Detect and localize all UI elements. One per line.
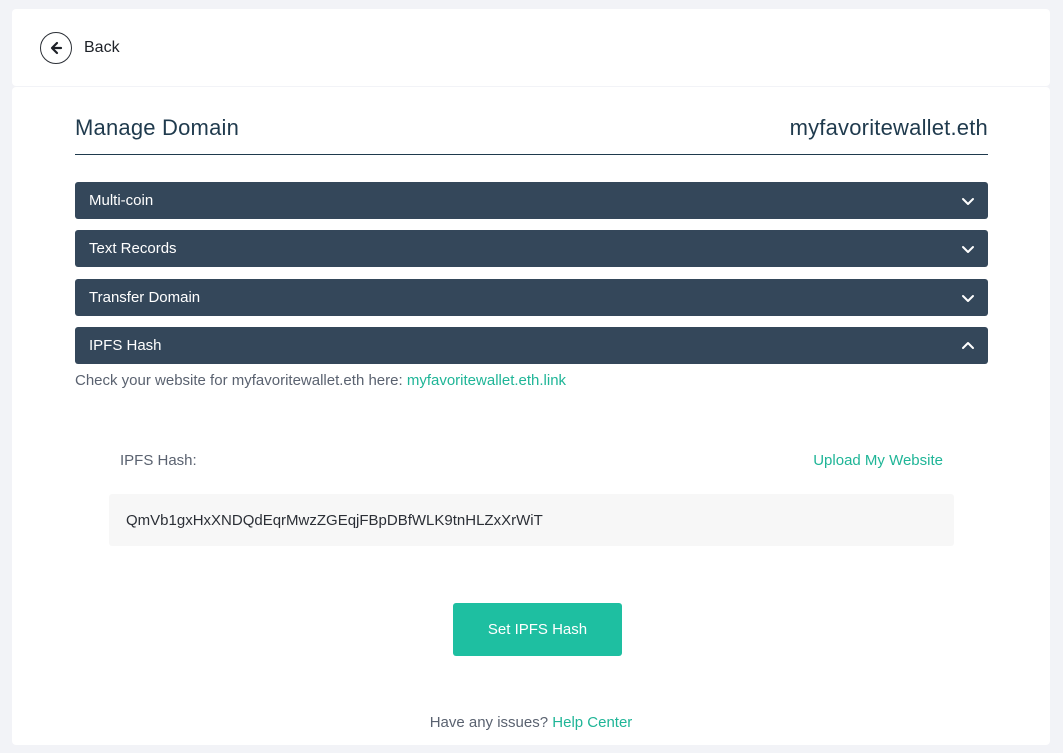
accordion-label: Text Records <box>89 240 177 257</box>
page-title: Manage Domain <box>75 115 240 140</box>
top-bar: Back <box>12 9 1050 86</box>
ipfs-hash-input[interactable]: QmVb1gxHxXNDQdEqrMwzZGEqjFBpDBfWLK9tnHLZ… <box>109 494 954 546</box>
website-link[interactable]: myfavoritewallet.eth.link <box>407 372 566 389</box>
help-text: Have any issues? <box>429 714 549 731</box>
help-center-link[interactable]: Help Center <box>552 714 632 731</box>
set-ipfs-hash-button[interactable]: Set IPFS Hash <box>453 603 622 656</box>
back-label: Back <box>84 38 120 56</box>
manage-domain-card: Manage Domain myfavoritewallet.eth Multi… <box>12 87 1050 745</box>
website-check-line: Check your website for myfavoritewallet.… <box>75 372 566 389</box>
accordion-label: Transfer Domain <box>89 289 201 306</box>
upload-website-link[interactable]: Upload My Website <box>813 452 943 469</box>
accordion-multi-coin[interactable]: Multi-coin <box>75 182 988 219</box>
accordion-text-records[interactable]: Text Records <box>75 230 988 267</box>
chevron-down-icon <box>960 290 976 306</box>
help-footer: Have any issues? Help Center <box>12 714 1050 731</box>
chevron-up-icon <box>960 338 976 354</box>
back-button[interactable]: Back <box>40 31 120 64</box>
website-check-text: Check your website for myfavoritewallet.… <box>75 372 403 389</box>
accordion-ipfs-hash[interactable]: IPFS Hash <box>75 327 988 364</box>
accordion-transfer-domain[interactable]: Transfer Domain <box>75 279 988 316</box>
chevron-down-icon <box>960 241 976 257</box>
card-header: Manage Domain myfavoritewallet.eth <box>75 115 988 155</box>
chevron-down-icon <box>960 193 976 209</box>
accordion-label: Multi-coin <box>89 192 154 209</box>
accordion-label: IPFS Hash <box>89 337 162 354</box>
arrow-left-icon <box>40 31 72 64</box>
domain-name: myfavoritewallet.eth <box>789 115 988 140</box>
ipfs-hash-label: IPFS Hash: <box>120 452 197 469</box>
